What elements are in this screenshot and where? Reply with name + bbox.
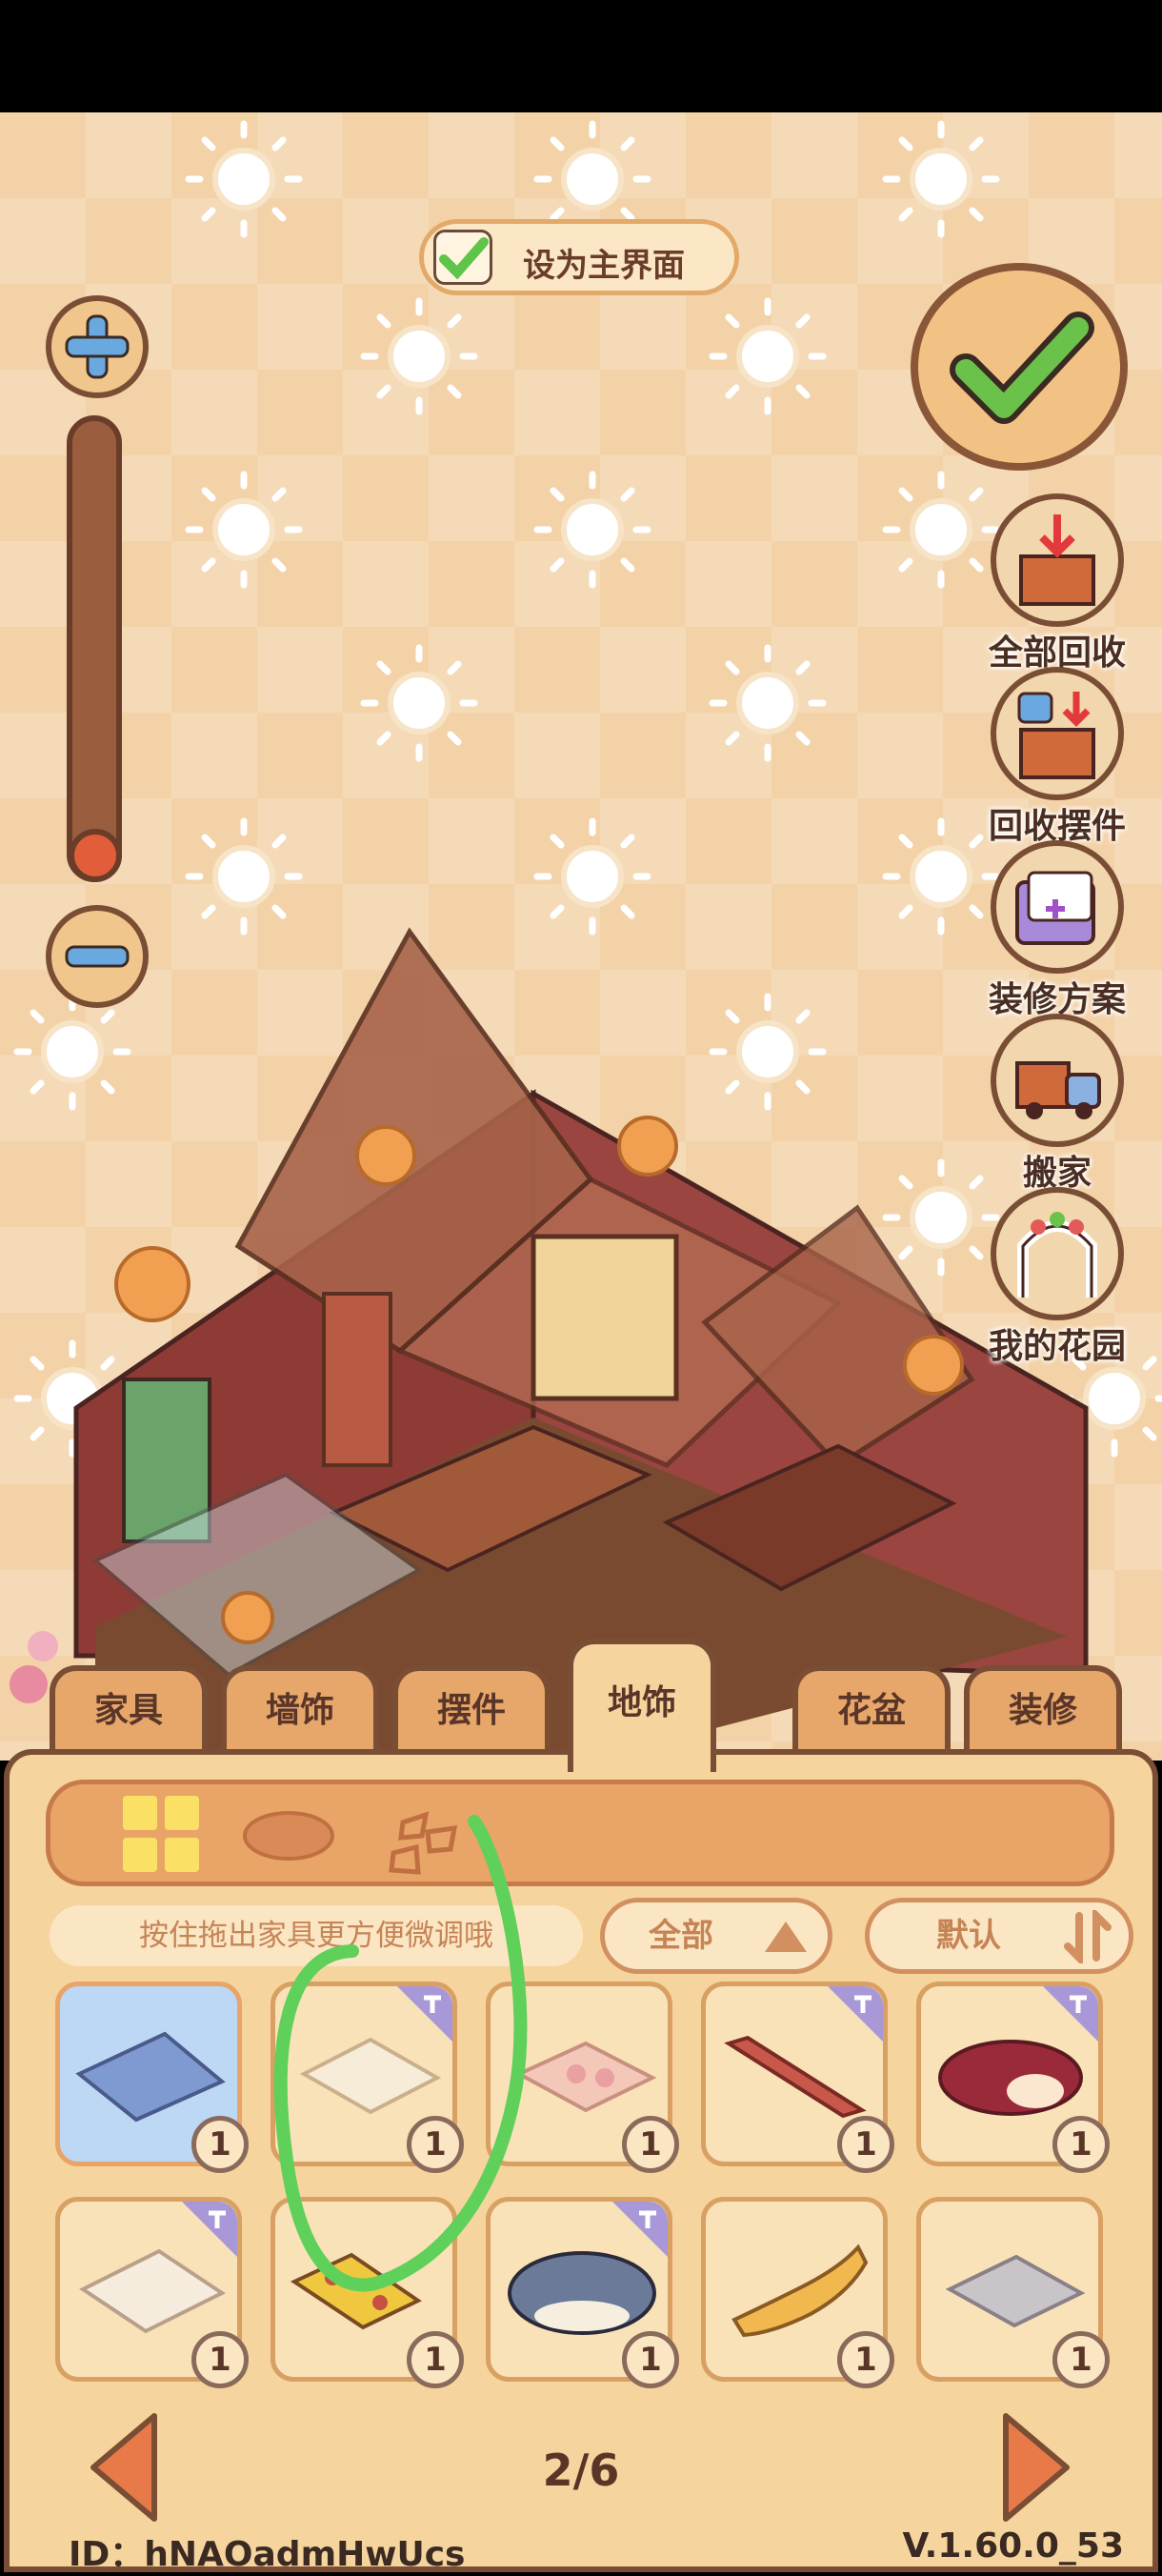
item-quantity: 1 — [622, 2331, 679, 2388]
grid-icon[interactable] — [119, 1792, 205, 1878]
arrow-right-icon — [1003, 2413, 1070, 2522]
tab-ornaments[interactable]: 摆件 — [392, 1665, 551, 1751]
collect-items-button[interactable]: 回收摆件 — [972, 667, 1143, 848]
item-slot[interactable]: 1 — [701, 1982, 894, 2173]
limited-tag-icon — [397, 1986, 452, 2042]
item-quantity: 1 — [407, 2116, 464, 2173]
tab-flower-pots[interactable]: 花盆 — [792, 1665, 951, 1751]
item-quantity: 1 — [837, 2116, 894, 2173]
tab-renovation[interactable]: 装修 — [964, 1665, 1122, 1751]
stones-icon[interactable] — [384, 1794, 470, 1880]
sort-arrows-icon — [1064, 1910, 1112, 1963]
set-as-home-toggle[interactable]: 设为主界面 — [419, 219, 739, 295]
next-page-button[interactable] — [998, 2410, 1074, 2525]
box-collect-icon — [991, 493, 1124, 627]
my-garden-label: 我的花园 — [988, 1327, 1126, 1366]
item-quantity: 1 — [191, 2331, 249, 2388]
item-slot[interactable]: 1 — [55, 2197, 249, 2388]
zoom-out-button[interactable] — [46, 905, 149, 1008]
checkbox-checked-icon — [433, 230, 492, 285]
item-slot[interactable]: 1 — [486, 1982, 679, 2173]
limited-tag-icon — [828, 1986, 883, 2042]
sort-dropdown[interactable]: 默认 — [865, 1898, 1133, 1974]
triangle-up-icon — [765, 1922, 807, 1952]
checkmark-icon — [950, 312, 1094, 424]
item-slot[interactable]: 1 — [270, 2197, 464, 2388]
limited-tag-icon — [182, 2202, 237, 2257]
prev-page-button[interactable] — [86, 2410, 162, 2525]
plus-icon — [65, 314, 130, 379]
item-quantity: 1 — [622, 2116, 679, 2173]
drag-hint-text: 按住拖出家具更方便微调哦 — [50, 1905, 583, 1966]
subcategory-filter-bar — [46, 1780, 1114, 1886]
box-collect-item-icon — [991, 667, 1124, 800]
zoom-slider[interactable] — [67, 415, 122, 882]
item-slot[interactable]: 1 — [486, 2197, 679, 2388]
moving-truck-icon — [991, 1014, 1124, 1147]
category-dropdown-value: 全部 — [649, 1917, 713, 1955]
category-dropdown[interactable]: 全部 — [600, 1898, 832, 1974]
item-slot[interactable]: 1 — [701, 2197, 894, 2388]
arrow-left-icon — [90, 2413, 157, 2522]
item-quantity: 1 — [1052, 2331, 1110, 2388]
move-house-button[interactable]: 搬家 — [972, 1014, 1143, 1195]
item-quantity: 1 — [837, 2331, 894, 2388]
tab-furniture[interactable]: 家具 — [50, 1665, 208, 1751]
minus-icon — [65, 945, 130, 968]
item-slot[interactable]: 1 — [270, 1982, 464, 2173]
folder-plan-icon — [991, 840, 1124, 974]
item-quantity: 1 — [1052, 2116, 1110, 2173]
page-indicator: 2/6 — [542, 2445, 620, 2496]
item-quantity: 1 — [407, 2331, 464, 2388]
room-scene[interactable]: 设为主界面 全部回收 回收摆件 装修方案 搬家 我的花园 — [0, 112, 1162, 1761]
garden-arch-icon — [991, 1187, 1124, 1320]
set-home-label: 设为主界面 — [523, 247, 685, 285]
zoom-in-button[interactable] — [46, 295, 149, 398]
sort-dropdown-value: 默认 — [936, 1917, 1001, 1955]
tab-wall-decor[interactable]: 墙饰 — [221, 1665, 379, 1751]
confirm-button[interactable] — [911, 263, 1128, 471]
zoom-slider-handle[interactable] — [69, 829, 122, 882]
version-label: V.1.60.0_53 — [902, 2526, 1124, 2566]
my-garden-button[interactable]: 我的花园 — [972, 1187, 1143, 1368]
status-bar — [0, 0, 1162, 112]
item-slot[interactable]: 1 — [55, 1982, 249, 2173]
limited-tag-icon — [612, 2202, 668, 2257]
item-quantity: 1 — [191, 2116, 249, 2173]
item-slot[interactable]: 1 — [916, 2197, 1110, 2388]
collect-all-button[interactable]: 全部回收 — [972, 493, 1143, 674]
oval-rug-icon[interactable] — [241, 1807, 336, 1864]
item-slot[interactable]: 1 — [916, 1982, 1110, 2173]
limited-tag-icon — [1043, 1986, 1098, 2042]
tab-floor-decor[interactable]: 地饰 — [568, 1639, 716, 1772]
decor-plan-button[interactable]: 装修方案 — [972, 840, 1143, 1021]
user-id-label: ID：hNAOadmHwUcs — [69, 2535, 466, 2574]
